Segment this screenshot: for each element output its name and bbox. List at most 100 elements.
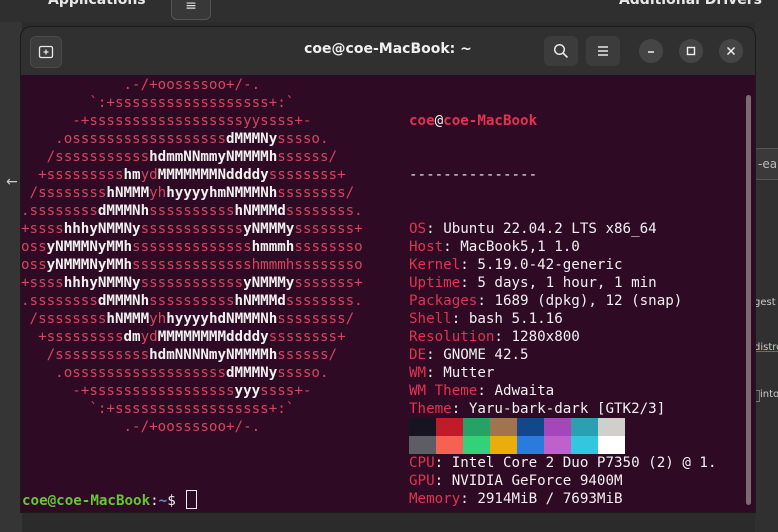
info-row: Kernel: 5.19.0-42-generic bbox=[409, 257, 623, 273]
logo-segment: MMMMMMMMddddy bbox=[157, 329, 269, 345]
logo-segment: ssssssssssssss bbox=[132, 239, 252, 255]
logo-line: /sssssssshNMMMyhhyyyyhdNMMMNhssssssss/ bbox=[21, 310, 363, 328]
info-value: Intel Core 2 Duo P7350 (2) @ 1. bbox=[451, 455, 717, 471]
logo-segment: yd bbox=[140, 329, 158, 345]
logo-segment: .ossssssssssssssssss bbox=[21, 365, 226, 381]
info-row: Packages: 1689 (dpkg), 12 (snap) bbox=[409, 293, 683, 309]
logo-segment: ssssssss+ bbox=[268, 167, 346, 183]
background-left-panel: ← bbox=[0, 22, 22, 532]
info-key: Shell bbox=[409, 311, 452, 327]
logo-segment: dm bbox=[123, 329, 141, 345]
info-value: 5.19.0-42-generic bbox=[477, 257, 623, 273]
info-row: GPU: NVIDIA GeForce 9400M bbox=[409, 473, 623, 489]
logo-segment: ssssss/ bbox=[277, 347, 338, 363]
background-additional-drivers-tab[interactable]: Additional Drivers bbox=[619, 0, 762, 8]
background-right-panel bbox=[755, 22, 778, 532]
menu-button[interactable] bbox=[586, 36, 620, 66]
logo-segment: sssso. bbox=[277, 131, 329, 147]
logo-segment: yNMMMNyMMh bbox=[46, 257, 133, 273]
logo-segment: hNMMM bbox=[106, 185, 150, 201]
logo-segment: /sssssssssss bbox=[21, 149, 150, 165]
logo-segment: ssssssss. bbox=[285, 203, 363, 219]
logo-segment: yd bbox=[140, 167, 158, 183]
logo-line: .ssssssssdMMMNhsssssssssshNMMMdssssssss. bbox=[21, 202, 363, 220]
info-row: Memory: 2914MiB / 7693MiB bbox=[409, 491, 623, 507]
background-menu-button[interactable]: ≡ bbox=[171, 0, 211, 20]
info-row: Shell: bash 5.1.16 bbox=[409, 311, 563, 327]
logo-segment: oss bbox=[21, 239, 47, 255]
logo-segment: .ssssssss bbox=[21, 293, 98, 309]
shell-prompt[interactable]: coe@coe-MacBook:~$ bbox=[22, 490, 198, 510]
info-value: 5 days, 1 hour, 1 min bbox=[477, 275, 657, 291]
background-input-field[interactable]: -ea bbox=[754, 148, 778, 180]
info-key: OS bbox=[409, 221, 427, 237]
back-arrow-icon[interactable]: ← bbox=[6, 174, 18, 190]
logo-line: +ssssssssshmydMMMMMMMNddddyssssssss+ bbox=[21, 166, 363, 184]
logo-line: +sssshhhyNMMNyssssssssssssyNMMMysssssss+ bbox=[21, 220, 363, 238]
info-row: WM: Mutter bbox=[409, 365, 495, 381]
logo-segment: .ssssssss bbox=[21, 203, 98, 219]
color-swatch bbox=[544, 436, 571, 454]
info-separator: --------------- bbox=[409, 167, 538, 183]
logo-segment: `:+ssssssssssssssssss+:` bbox=[21, 401, 295, 417]
search-button[interactable] bbox=[544, 36, 578, 66]
background-text: distro bbox=[754, 342, 778, 353]
logo-line: .ssssssssdMMMNhsssssssssshNMMMdssssssss. bbox=[21, 292, 363, 310]
logo-segment: `:+ssssssssssssssssss+:` bbox=[21, 95, 295, 111]
logo-segment: hyyyyhmNMMMNh bbox=[166, 185, 278, 201]
logo-segment: hmmmh bbox=[251, 239, 295, 255]
logo-segment: /ssssssss bbox=[21, 185, 107, 201]
maximize-button[interactable] bbox=[679, 39, 703, 63]
minimize-button[interactable] bbox=[639, 39, 663, 63]
logo-segment: hhhyNMMNy bbox=[63, 275, 141, 291]
logo-segment: sssssss+ bbox=[294, 221, 363, 237]
logo-line: -+sssssssssssssssssyyyssss+- bbox=[21, 382, 363, 400]
info-row: CPU: Intel Core 2 Duo P7350 (2) @ 1. bbox=[409, 455, 717, 471]
logo-segment: yyy bbox=[234, 383, 261, 399]
color-swatch bbox=[571, 436, 598, 454]
prompt-symbol: $ bbox=[167, 493, 185, 509]
logo-segment: hNMMMd bbox=[234, 293, 286, 309]
prompt-userhost: coe@coe-MacBook bbox=[22, 493, 151, 509]
logo-line: .-/+oossssoo+/-. bbox=[21, 76, 363, 94]
logo-segment: yNMMMNyMMh bbox=[46, 239, 133, 255]
logo-segment: hNMMM bbox=[106, 311, 150, 327]
logo-segment: ssssssssss bbox=[149, 293, 235, 309]
logo-segment: ssssssss/ bbox=[277, 185, 355, 201]
info-value: GNOME 42.5 bbox=[443, 347, 529, 363]
logo-segment: ssssssssss bbox=[149, 203, 235, 219]
maximize-icon bbox=[686, 46, 696, 56]
minimize-icon bbox=[648, 51, 654, 53]
logo-segment: hdmmNNmmyNMMMMh bbox=[149, 149, 278, 165]
info-value: NVIDIA GeForce 9400M bbox=[451, 473, 623, 489]
logo-segment: hdmNNNNmyNMMMMh bbox=[149, 347, 278, 363]
info-key: Theme bbox=[409, 401, 452, 417]
prompt-path: ~ bbox=[158, 493, 168, 509]
info-key: Resolution bbox=[409, 329, 495, 345]
ubuntu-ascii-logo: .-/+oossssoo+/-. `:+ssssssssssssssssss+:… bbox=[21, 76, 363, 436]
logo-segment: hhhyNMMNy bbox=[63, 221, 141, 237]
logo-line: ossyNMMMNyMMhsssssssssssssshmmmhssssssso bbox=[21, 238, 363, 256]
terminal-scrollbar[interactable] bbox=[746, 95, 751, 505]
info-row: OS: Ubuntu 22.04.2 LTS x86_64 bbox=[409, 221, 657, 237]
color-swatch bbox=[463, 418, 490, 436]
color-swatch bbox=[598, 418, 625, 436]
logo-segment: MMMMMMMNddddy bbox=[157, 167, 269, 183]
info-key: CPU bbox=[409, 455, 435, 471]
logo-line: /ssssssssssshdmmNNmmyNMMMMhssssss/ bbox=[21, 148, 363, 166]
info-header: coe@coe-MacBook bbox=[409, 112, 717, 130]
color-swatch bbox=[517, 436, 544, 454]
logo-segment: yh bbox=[149, 311, 167, 327]
logo-segment: oss bbox=[21, 257, 47, 273]
logo-segment: ssssssssssss bbox=[140, 275, 244, 291]
terminal-titlebar[interactable]: coe@coe-MacBook: ~ bbox=[21, 27, 755, 75]
logo-segment: ssssssssssss bbox=[140, 221, 244, 237]
logo-segment: /ssssssss bbox=[21, 311, 107, 327]
background-text: gest bbox=[754, 297, 776, 308]
color-swatch bbox=[436, 418, 463, 436]
logo-segment: ssssssss. bbox=[285, 293, 363, 309]
close-button[interactable] bbox=[719, 39, 743, 63]
logo-segment: ssssss/ bbox=[277, 149, 338, 165]
logo-segment: dMMMNy bbox=[226, 131, 278, 147]
logo-segment: .-/+oossssoo+/-. bbox=[21, 77, 261, 93]
